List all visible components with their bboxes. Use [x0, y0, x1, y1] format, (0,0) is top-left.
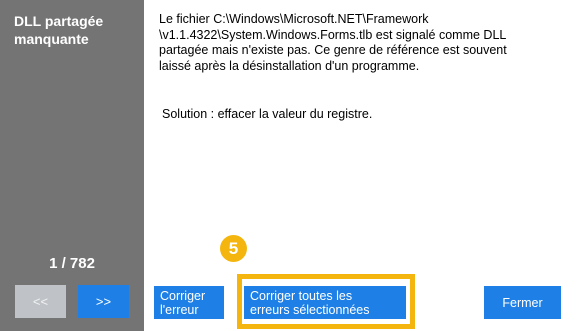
fix-all-label-line2: erreurs sélectionnées [250, 303, 370, 317]
description-line: partagée mais n'existe pas. Ce genre de … [159, 43, 507, 57]
problem-counter: 1 / 782 [49, 255, 95, 272]
previous-button[interactable]: << [15, 285, 66, 318]
solution-text: Solution : effacer la valeur du registre… [162, 107, 373, 121]
problem-sidebar: DLL partagée manquante 1 / 782 << >> [0, 0, 144, 331]
step-badge: 5 [220, 235, 247, 262]
fix-error-button[interactable]: Corriger l'erreur [154, 286, 224, 319]
fix-error-label-line2: l'erreur [160, 303, 199, 317]
problem-description: Le fichier C:\Windows\Microsoft.NET\Fram… [159, 12, 559, 74]
description-line: \v1.1.4322\System.Windows.Forms.tlb est … [159, 27, 507, 42]
fix-all-label-line1: Corriger toutes les [250, 289, 353, 303]
close-button[interactable]: Fermer [484, 286, 561, 319]
problem-title: DLL partagée manquante [14, 13, 104, 47]
description-line: Le fichier C:\Windows\Microsoft.NET\Fram… [159, 12, 429, 26]
next-button[interactable]: >> [78, 285, 129, 318]
description-line: laissé après la désinstallation d'un pro… [159, 58, 420, 73]
problem-dialog: DLL partagée manquante 1 / 782 << >> Le … [0, 0, 578, 331]
fix-error-label-line1: Corriger [160, 289, 206, 303]
fix-all-errors-button[interactable]: Corriger toutes les erreurs sélectionnée… [244, 286, 406, 319]
